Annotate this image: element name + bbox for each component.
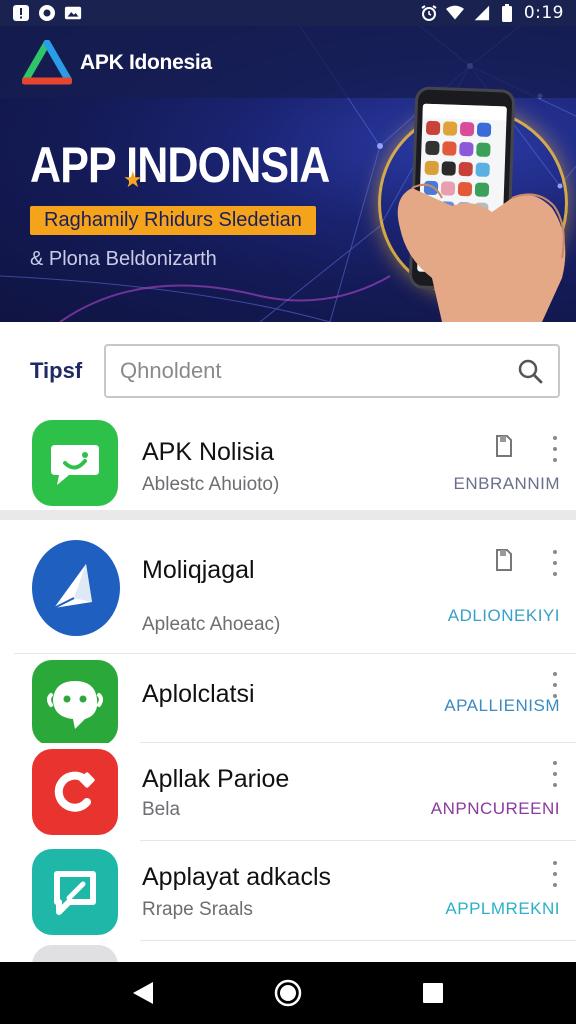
search-input[interactable]: Qhnoldent <box>104 344 560 398</box>
app-subtitle: Bela <box>142 799 181 820</box>
triangle-logo-icon <box>22 40 72 85</box>
app-name: APK Nolisia <box>142 438 274 466</box>
more-options-icon[interactable] <box>550 861 560 887</box>
alert-icon <box>12 4 30 22</box>
tips-label[interactable]: Tipsf <box>30 358 82 384</box>
app-tag: APALLIENISM <box>444 696 560 715</box>
message-square-icon <box>32 849 118 935</box>
search-placeholder: Qhnoldent <box>120 358 222 383</box>
hero-badge: Raghamily Rhidurs Sledetian <box>30 206 316 235</box>
brand[interactable]: APK Idonesia <box>22 40 212 86</box>
list-item[interactable]: Moliqjagal Apleatc Ahoeac) ADLIONEKIYI <box>0 520 576 652</box>
app-name: Applayat adkacls <box>142 863 332 891</box>
hero-title: APP INDONSIA <box>30 137 330 193</box>
phone-c-icon <box>32 749 118 835</box>
app-subtitle: Rrape Sraals <box>142 899 253 920</box>
bookmark-icon[interactable] <box>494 434 514 458</box>
status-time: 0:19 <box>523 3 564 23</box>
home-icon[interactable] <box>268 973 308 1013</box>
star-icon: ★ <box>123 167 143 192</box>
battery-icon <box>498 4 516 22</box>
brand-name: APK Idonesia <box>80 51 212 74</box>
status-bar: 0:19 <box>0 0 576 26</box>
wifi-icon <box>445 4 464 22</box>
chat-bubble-icon <box>32 420 118 506</box>
back-icon[interactable] <box>123 973 163 1013</box>
section-divider <box>0 510 576 520</box>
bookmark-icon[interactable] <box>494 548 514 572</box>
messenger-icon <box>38 4 56 22</box>
app-subtitle: Apleatc Ahoeac) <box>142 614 281 635</box>
app-name: Aplolclatsi <box>142 680 255 708</box>
app-icon-partial <box>32 945 118 962</box>
more-options-icon[interactable] <box>550 550 560 576</box>
list-item[interactable] <box>0 941 576 962</box>
robot-chat-icon <box>32 660 118 746</box>
list-item[interactable]: Applayat adkacls Rrape Sraals APPLMREKNI <box>0 841 576 941</box>
phone-illustration <box>372 86 576 322</box>
app-name: Apllak Parioe <box>142 765 290 793</box>
hero-subtitle: & Plona Beldonizarth <box>30 248 217 270</box>
more-options-icon[interactable] <box>550 672 560 698</box>
app-tag: ENBRANNIM <box>453 474 560 493</box>
gallery-icon <box>64 4 82 22</box>
app-tag: APPLMREKNI <box>445 899 560 918</box>
hero-banner[interactable]: APK Idonesia APP INDONSIA ★ Raghamily Rh… <box>0 26 576 322</box>
list-item[interactable]: APK Nolisia Ablestc Ahuioto) ENBRANNIM <box>0 414 576 510</box>
app-tag: ANPNCUREENI <box>430 799 560 818</box>
more-options-icon[interactable] <box>550 761 560 787</box>
app-tag: ADLIONEKIYI <box>447 606 560 625</box>
hand-illustration <box>397 183 566 322</box>
recents-icon[interactable] <box>413 973 453 1013</box>
alarm-icon <box>420 4 438 22</box>
search-row: Tipsf Qhnoldent <box>0 322 576 414</box>
app-subtitle: Ablestc Ahuioto) <box>142 474 280 495</box>
more-options-icon[interactable] <box>550 436 560 462</box>
search-icon[interactable] <box>516 357 544 385</box>
signal-icon <box>472 4 490 22</box>
paper-plane-icon <box>32 540 120 636</box>
navigation-bar <box>0 962 576 1024</box>
app-name: Moliqjagal <box>142 556 255 584</box>
list-item[interactable]: Aplolclatsi APALLIENISM <box>0 654 576 746</box>
list-item[interactable]: Apllak Parioe Bela ANPNCUREENI <box>0 743 576 839</box>
